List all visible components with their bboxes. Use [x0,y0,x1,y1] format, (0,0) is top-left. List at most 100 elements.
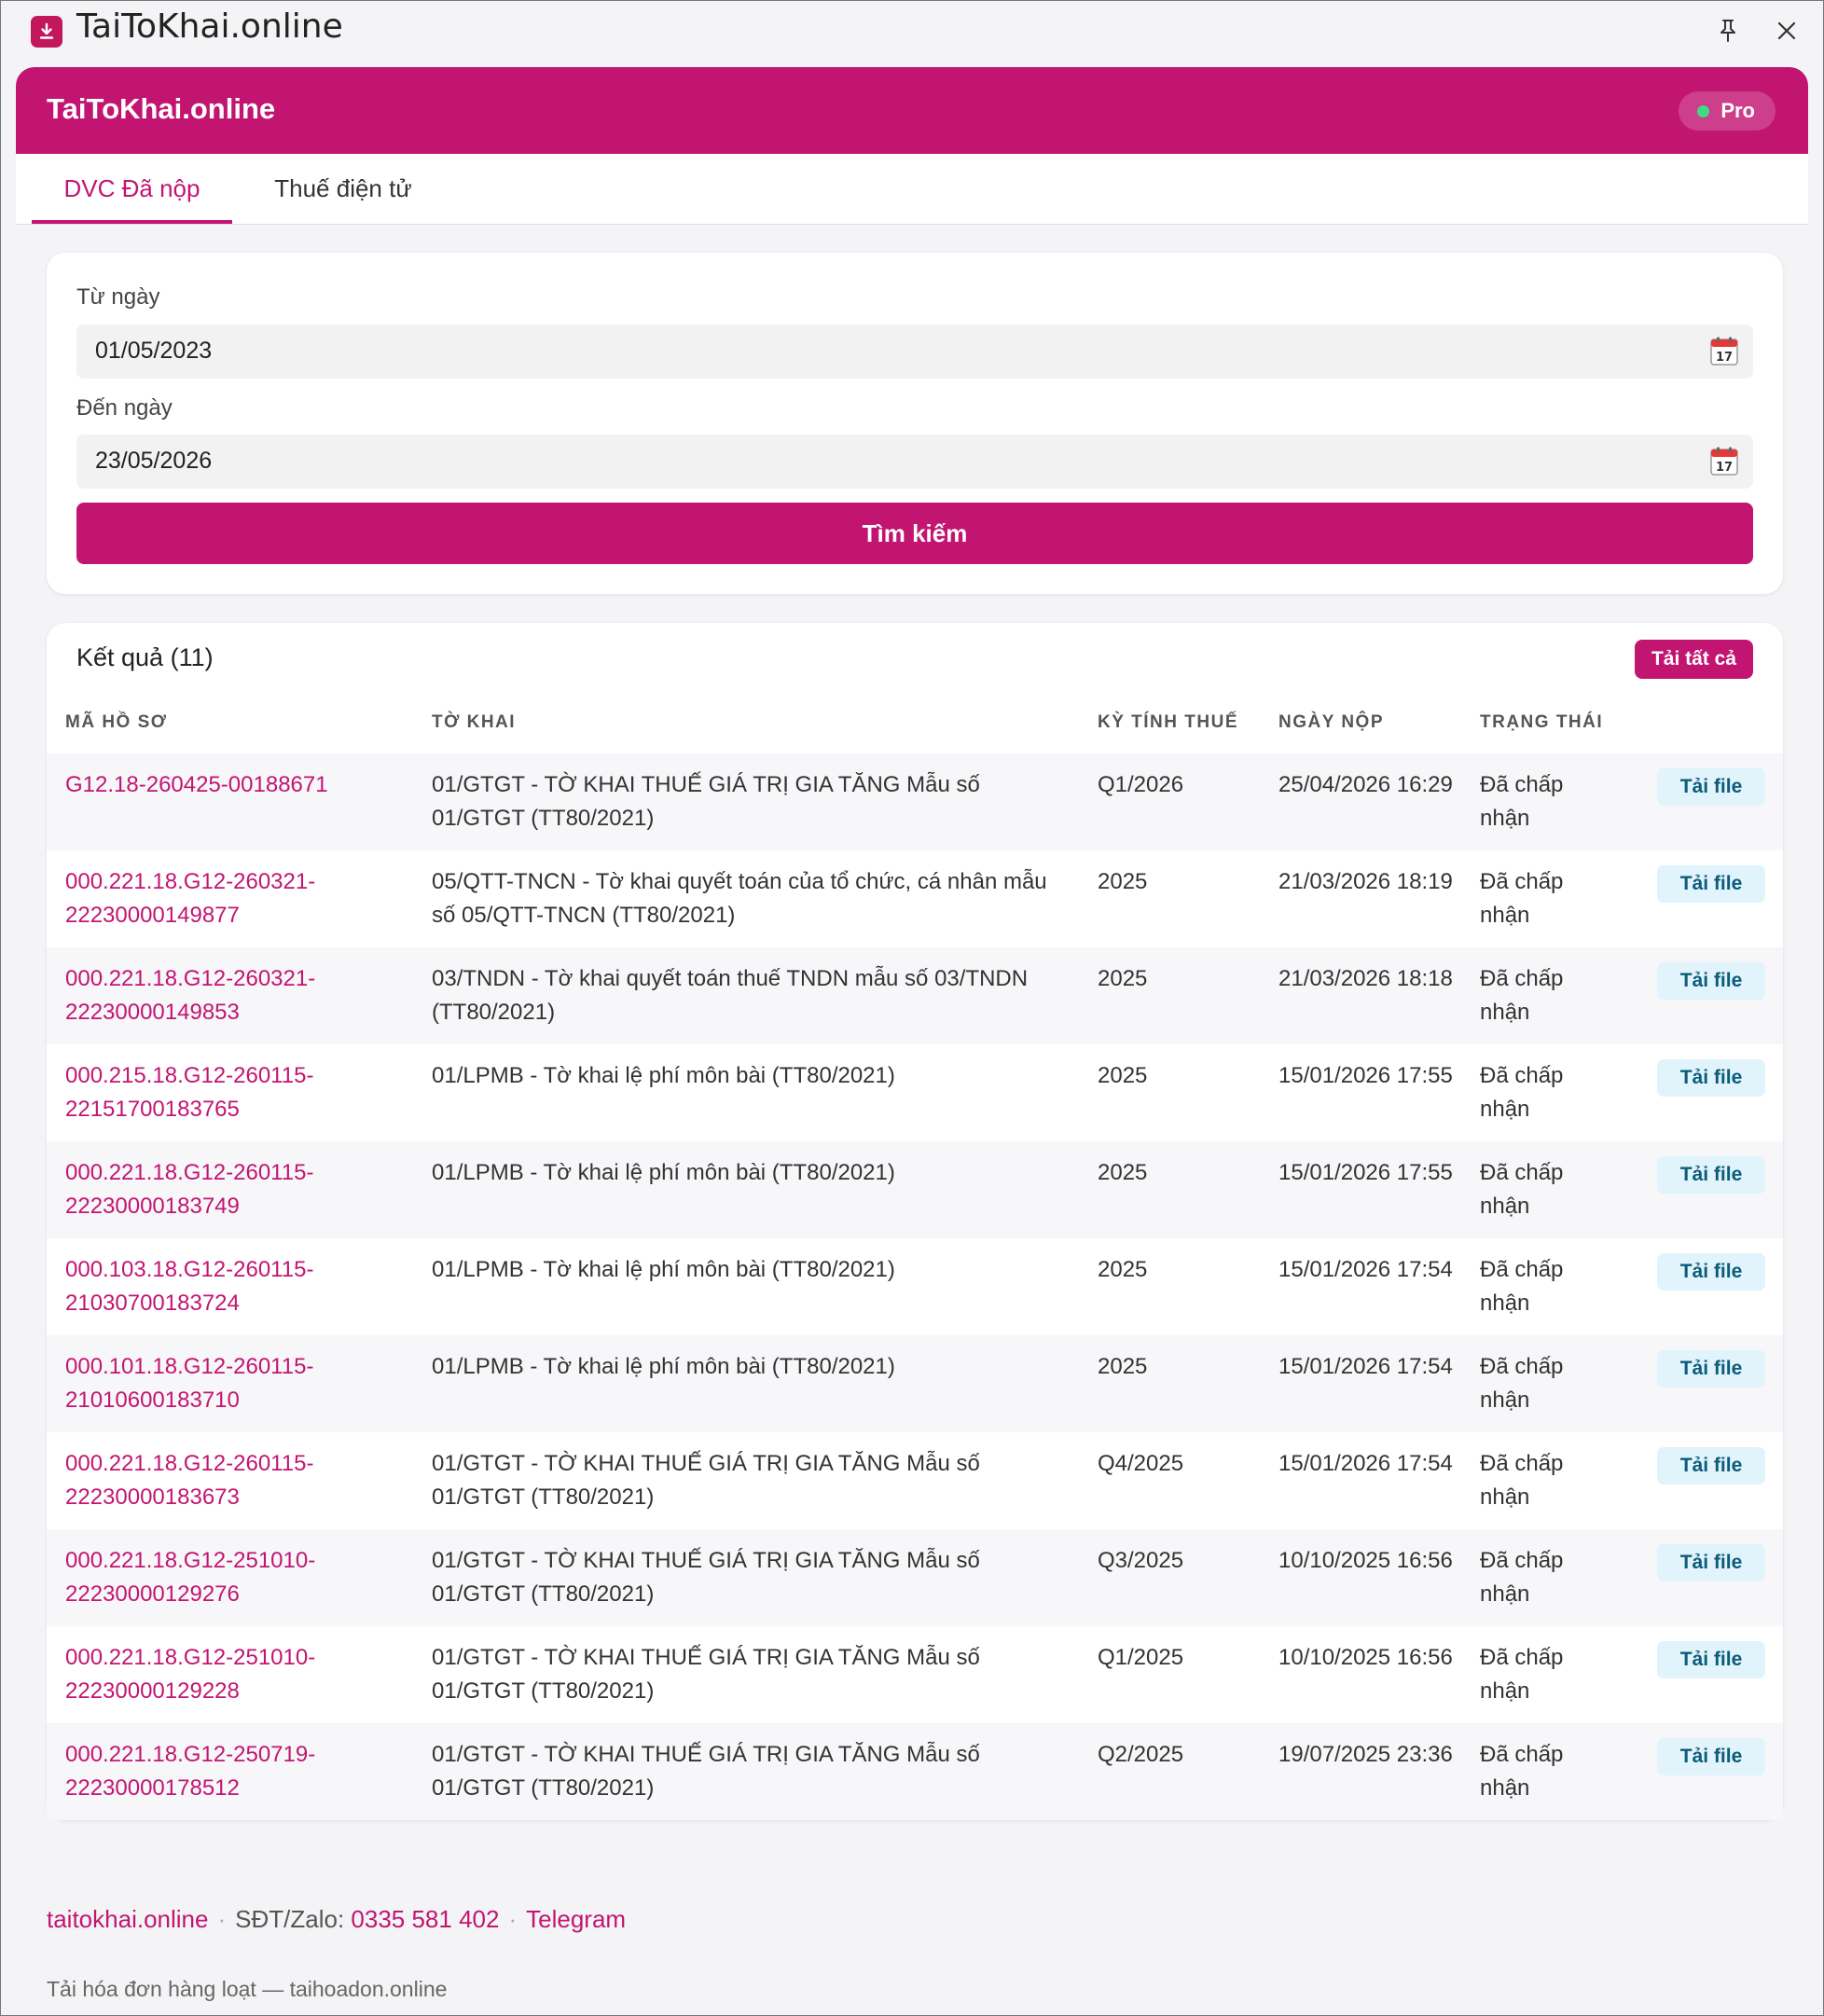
telegram-link[interactable]: Telegram [526,1905,626,1933]
column-header-period: KỲ TÍNH THUẾ [1098,712,1238,732]
status-text: Đã chấp nhận [1480,1742,1564,1801]
status-text: Đã chấp nhận [1480,869,1564,928]
pin-icon [1720,20,1735,42]
form-name: 01/LPMB - Tờ khai lệ phí môn bài (TT80/2… [432,1257,895,1282]
record-code-link[interactable]: 000.221.18.G12-260321-22230000149853 [65,962,401,1029]
phone-link[interactable]: 0335 581 402 [351,1905,499,1933]
form-name: 01/GTGT - TỜ KHAI THUẾ GIÁ TRỊ GIA TĂNG … [432,1451,980,1510]
record-code-link[interactable]: 000.215.18.G12-260115-22151700183765 [65,1059,401,1126]
results-title: Kết quả (11) [76,643,214,671]
download-file-button[interactable]: Tải file [1657,1544,1765,1581]
download-file-button[interactable]: Tải file [1657,962,1765,1000]
tax-period: 2025 [1098,1063,1148,1088]
status-text: Đã chấp nhận [1480,772,1564,831]
tax-period: 2025 [1098,869,1148,894]
app-header: TaiToKhai.online Pro [16,67,1808,154]
from-date-input[interactable]: 01/05/2023 17 [76,324,1753,379]
table-row: 000.215.18.G12-260115-22151700183765 01/L… [47,1044,1783,1141]
submitted-date: 15/01/2026 17:54 [1278,1354,1453,1379]
download-file-button[interactable]: Tải file [1657,1738,1765,1775]
download-file-button[interactable]: Tải file [1657,1641,1765,1678]
results-card: Kết quả (11) Tải tất cả MÃ HỒ SƠ TỜ KHAI… [47,623,1783,1820]
to-date-input[interactable]: 23/05/2026 17 [76,435,1753,489]
tax-period: 2025 [1098,1160,1148,1185]
download-file-button[interactable]: Tải file [1657,1447,1765,1484]
table-row: 000.221.18.G12-260321-22230000149877 05/Q… [47,850,1783,947]
footer-note: Tải hóa đơn hàng loạt — taihoadon.online [47,1977,448,2001]
tax-period: Q1/2026 [1098,772,1184,797]
results-table: G12.18-260425-00188671 01/GTGT - TỜ KHAI … [47,753,1783,1820]
pro-badge: Pro [1679,91,1776,131]
download-file-button[interactable]: Tải file [1657,865,1765,903]
download-file-button[interactable]: Tải file [1657,1253,1765,1291]
download-file-button[interactable]: Tải file [1657,1059,1765,1097]
tab-e-tax[interactable]: Thuế điện tử [247,154,439,224]
record-code-link[interactable]: G12.18-260425-00188671 [65,768,401,802]
table-row: 000.103.18.G12-260115-21030700183724 01/L… [47,1238,1783,1335]
site-link[interactable]: taitokhai.online [47,1905,208,1933]
download-file-button[interactable]: Tải file [1657,1156,1765,1194]
status-dot [1697,104,1710,117]
close-button[interactable] [1771,15,1803,47]
to-date-label: Đến ngày [76,395,173,421]
record-code-link[interactable]: 000.221.18.G12-250719-22230000178512 [65,1738,401,1805]
table-row: 000.221.18.G12-260115-22230000183673 01/G… [47,1432,1783,1529]
to-date-value: 23/05/2026 [95,448,213,474]
status-text: Đã chấp nhận [1480,1451,1564,1510]
table-row: 000.221.18.G12-251010-22230000129276 01/G… [47,1529,1783,1626]
tax-period: Q4/2025 [1098,1451,1184,1476]
submitted-date: 10/10/2025 16:56 [1278,1548,1453,1573]
tax-period: Q3/2025 [1098,1548,1184,1573]
form-name: 01/GTGT - TỜ KHAI THUẾ GIÁ TRỊ GIA TĂNG … [432,1548,980,1607]
tax-period: Q1/2025 [1098,1645,1184,1670]
tax-period: 2025 [1098,966,1148,991]
phone-label: SĐT/Zalo: [235,1905,345,1933]
download-file-button[interactable]: Tải file [1657,1350,1765,1388]
window-title: TaiToKhai.online [76,7,343,46]
column-header-date: NGÀY NỘP [1278,712,1385,732]
download-file-button[interactable]: Tải file [1657,768,1765,806]
record-code-link[interactable]: 000.221.18.G12-260115-22230000183673 [65,1447,401,1514]
submitted-date: 25/04/2026 16:29 [1278,772,1453,797]
form-name: 05/QTT-TNCN - Tờ khai quyết toán của tổ … [432,869,1047,928]
record-code-link[interactable]: 000.103.18.G12-260115-21030700183724 [65,1253,401,1320]
record-code-link[interactable]: 000.221.18.G12-260321-22230000149877 [65,865,401,932]
table-row: 000.221.18.G12-251010-22230000129228 01/G… [47,1626,1783,1723]
svg-text:17: 17 [1716,351,1733,365]
tax-period: 2025 [1098,1257,1148,1282]
submitted-date: 15/01/2026 17:54 [1278,1451,1453,1476]
download-all-button[interactable]: Tải tất cả [1634,640,1753,679]
search-card: Từ ngày 01/05/2023 17 Đến ngày 23/05/202… [47,253,1783,594]
status-text: Đã chấp nhận [1480,1354,1564,1413]
status-text: Đã chấp nhận [1480,966,1564,1025]
submitted-date: 15/01/2026 17:55 [1278,1063,1453,1088]
form-name: 01/LPMB - Tờ khai lệ phí môn bài (TT80/2… [432,1160,895,1185]
submitted-date: 15/01/2026 17:54 [1278,1257,1453,1282]
pin-button[interactable] [1712,15,1744,47]
close-icon [1777,21,1796,40]
record-code-link[interactable]: 000.101.18.G12-260115-21010600183710 [65,1350,401,1417]
column-header-status: TRẠNG THÁI [1480,712,1604,732]
pro-badge-label: Pro [1720,99,1755,122]
table-row: 000.221.18.G12-260321-22230000149853 03/T… [47,947,1783,1044]
status-text: Đã chấp nhận [1480,1257,1564,1316]
status-text: Đã chấp nhận [1480,1160,1564,1219]
calendar-icon[interactable]: 17 [1710,337,1738,366]
footer-contacts: taitokhai.online · SĐT/Zalo: 0335 581 402 ·… [47,1905,627,1933]
search-button[interactable]: Tìm kiếm [76,503,1753,564]
title-bar: TaiToKhai.online [0,0,1824,58]
form-name: 01/GTGT - TỜ KHAI THUẾ GIÁ TRỊ GIA TĂNG … [432,1742,980,1801]
table-row: 000.221.18.G12-260115-22230000183749 01/L… [47,1141,1783,1238]
table-row: 000.101.18.G12-260115-21010600183710 01/L… [47,1335,1783,1432]
tab-bar: DVC Đã nộp Thuế điện tử [16,154,1808,225]
record-code-link[interactable]: 000.221.18.G12-260115-22230000183749 [65,1156,401,1223]
tab-dvc-submitted[interactable]: DVC Đã nộp [32,154,232,224]
record-code-link[interactable]: 000.221.18.G12-251010-22230000129276 [65,1544,401,1611]
header-title: TaiToKhai.online [47,92,276,125]
calendar-icon[interactable]: 17 [1710,447,1738,476]
form-name: 01/LPMB - Tờ khai lệ phí môn bài (TT80/2… [432,1063,895,1088]
svg-text:17: 17 [1716,461,1733,475]
record-code-link[interactable]: 000.221.18.G12-251010-22230000129228 [65,1641,401,1708]
column-header-code: MÃ HỒ SƠ [65,712,168,732]
submitted-date: 21/03/2026 18:19 [1278,869,1453,894]
